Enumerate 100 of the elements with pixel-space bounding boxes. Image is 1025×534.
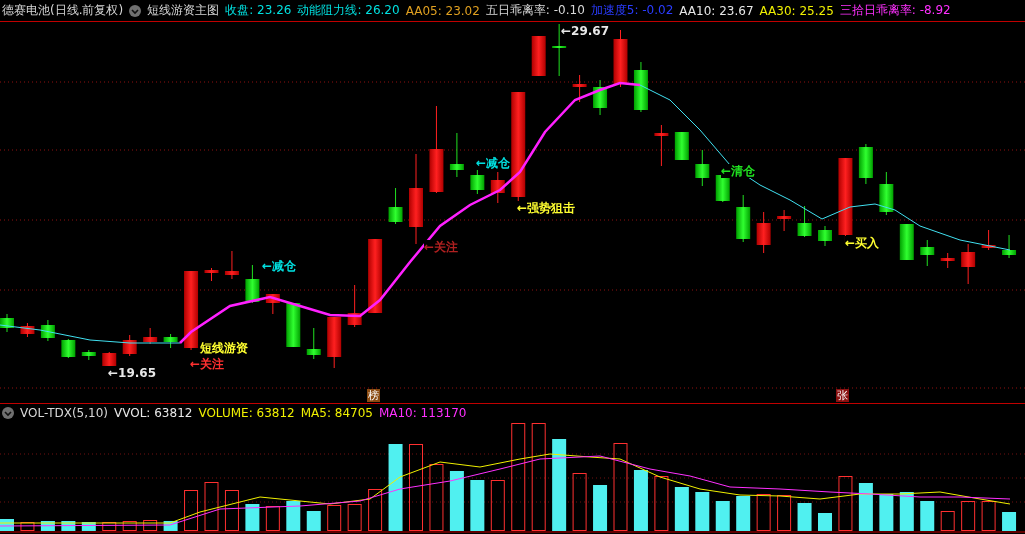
indicator-readout: 加速度5: -0.02 <box>590 2 674 19</box>
candlestick <box>818 225 832 247</box>
candlestick <box>347 284 362 328</box>
candlestick <box>695 149 710 187</box>
volume-bar <box>429 464 444 531</box>
candlestick <box>122 334 137 357</box>
candlestick <box>736 194 751 243</box>
chart-annotation: ←关注 <box>190 357 225 371</box>
candlestick <box>858 143 873 185</box>
volume-bar <box>449 471 464 531</box>
candlestick <box>531 35 546 77</box>
candlestick <box>143 327 158 345</box>
volume-bar <box>184 490 199 531</box>
chart-annotation: ←关注 <box>424 240 459 254</box>
volume-bar <box>122 521 137 531</box>
chart-annotation: ←强势狙击 <box>517 201 576 215</box>
candlestick <box>286 302 301 348</box>
candlestick <box>327 316 342 369</box>
candlestick <box>204 267 219 282</box>
indicator-readout: 三拾日乖离率: -8.92 <box>839 2 951 19</box>
volume-bar <box>40 521 55 531</box>
chart-annotation: ←减仓 <box>262 259 297 273</box>
indicator-name: VOL-TDX(5,10) <box>20 405 109 420</box>
volume-bar <box>20 522 35 531</box>
candlestick <box>879 171 894 216</box>
candlestick <box>654 124 669 167</box>
stock-title: 德赛电池(日线.前复权) <box>2 2 124 19</box>
volume-bar <box>286 501 301 531</box>
candlestick <box>449 132 464 178</box>
volume-bar <box>327 505 342 531</box>
volume-bar <box>633 470 648 531</box>
chart-annotation: ←29.67 <box>561 24 609 38</box>
volume-bar <box>858 483 873 531</box>
candlestick <box>163 333 178 349</box>
indicator-readout: AA05: 23.02 <box>405 3 480 18</box>
volume-bar <box>265 506 280 531</box>
volume-bar <box>695 492 710 531</box>
candlestick <box>490 171 505 204</box>
volume-bar <box>470 480 485 531</box>
candlestick <box>777 209 792 232</box>
event-badge: 榜 <box>367 389 380 402</box>
volume-bar <box>879 494 894 531</box>
candlestick <box>613 29 628 88</box>
indicator-readout: VVOL: 63812 <box>114 405 193 420</box>
candlestick <box>633 61 648 113</box>
volume-bar <box>654 476 669 531</box>
candlestick <box>245 264 260 304</box>
volume-bar <box>674 487 689 531</box>
volume-bar <box>899 492 914 531</box>
volume-bar <box>102 522 117 531</box>
indicator-readout: MA10: 113170 <box>378 405 467 420</box>
volume-bar <box>838 476 853 531</box>
volume-bar <box>245 504 260 531</box>
volume-bar <box>204 482 219 531</box>
dropdown-icon[interactable] <box>129 4 142 17</box>
candlestick <box>20 322 35 338</box>
volume-bar <box>143 520 158 531</box>
volume-bar <box>163 521 178 531</box>
indicator-readout: 五日乖离率: -0.10 <box>485 2 585 19</box>
candlestick <box>572 74 587 103</box>
volume-bar <box>981 501 996 531</box>
indicator-readout: AA30: 25.25 <box>759 3 834 18</box>
candlestick <box>224 250 239 280</box>
candlestick <box>40 319 55 342</box>
volume-bar <box>818 513 832 531</box>
indicator-readout: VOLUME: 63812 <box>198 405 295 420</box>
chart-annotation: ←清仓 <box>721 164 756 178</box>
volume-bar <box>368 489 383 531</box>
candlestick <box>0 313 14 333</box>
volume-bar <box>347 504 362 531</box>
candlestick <box>81 349 96 361</box>
volume-bar <box>715 501 730 531</box>
candlestick <box>756 211 771 254</box>
candlestick <box>899 223 914 261</box>
candlestick <box>61 338 76 359</box>
volume-bar <box>81 522 96 531</box>
volume-bar <box>797 503 812 531</box>
candlestick <box>265 293 280 315</box>
volume-bar <box>1002 512 1017 531</box>
candlestick <box>920 239 935 267</box>
indicator-name: 短线游资主图 <box>147 2 220 19</box>
candlestick <box>388 187 403 225</box>
indicator-readout: 动能阻力线: 26.20 <box>297 2 400 19</box>
dropdown-icon[interactable] <box>2 406 14 419</box>
volume-bar <box>736 496 751 531</box>
volume-bar <box>961 501 976 531</box>
volume-bar <box>756 494 771 531</box>
candlestick <box>981 229 996 251</box>
chart-annotation: ←减仓 <box>476 156 511 170</box>
candlestick <box>102 351 117 368</box>
indicator-readout: AA10: 23.67 <box>679 3 754 18</box>
volume-bar <box>920 501 935 531</box>
candlestick <box>306 327 321 360</box>
indicator-readout: 收盘: 23.26 <box>225 2 292 19</box>
volume-bar <box>224 490 239 531</box>
volume-bar <box>777 495 792 531</box>
chart-annotation: ←19.65 <box>108 366 156 380</box>
candlestick <box>961 243 976 285</box>
candlestick <box>1002 234 1017 259</box>
volume-bar <box>593 485 608 531</box>
